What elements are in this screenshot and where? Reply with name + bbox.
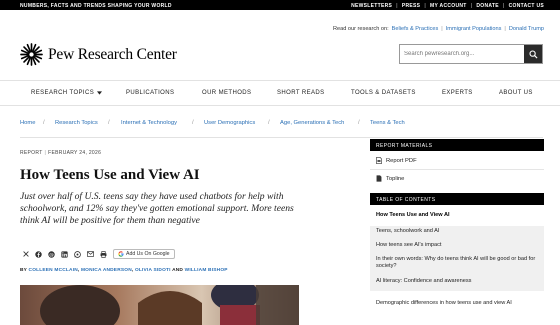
breadcrumb-user-demographics[interactable]: User Demographics [204,120,255,126]
report-materials-header: REPORT MATERIALS [370,139,544,151]
breadcrumb-internet-tech[interactable]: Internet & Technology [121,120,177,126]
research-on-label: Read our research on: [332,26,389,32]
divider [370,169,544,170]
breadcrumb-home[interactable]: Home [20,120,35,126]
pdf-icon [376,157,382,164]
email-icon[interactable] [85,249,96,259]
author-link[interactable]: MONICA ANDERSON [81,268,132,273]
caret-down-icon [97,91,103,95]
divider: | [44,150,47,156]
nav-label: TOOLS & DATASETS [351,90,416,96]
pew-logo-icon [20,43,43,66]
search-button[interactable] [524,45,542,63]
author-link[interactable]: WILLIAM BISHOP [185,268,228,273]
whatsapp-icon[interactable] [72,249,83,259]
donate-link[interactable]: DONATE [476,3,499,9]
search-input[interactable] [400,45,524,63]
svg-text:@: @ [49,252,54,258]
divider: | [504,26,506,32]
nav-research-topics[interactable]: RESEARCH TOPICS [31,90,103,96]
newsletters-link[interactable]: NEWSLETTERS [351,3,392,9]
toc-item-impact[interactable]: How teens see AI's impact [376,242,536,249]
add-us-label: Add Us On Google [126,251,170,257]
share-bar: @ Add Us On Google [20,249,175,259]
search-icon [528,49,538,59]
nav-short-reads[interactable]: SHORT READS [277,90,325,96]
nav-our-methods[interactable]: OUR METHODS [202,90,251,96]
press-link[interactable]: PRESS [402,3,420,9]
divider: | [396,2,398,9]
nav-tools-datasets[interactable]: TOOLS & DATASETS [351,90,416,96]
breadcrumb-separator: / [192,119,194,126]
toc-item-demographics[interactable]: Demographic differences in how teens use… [376,300,536,307]
x-icon[interactable] [20,249,31,259]
breadcrumb-separator: / [268,119,270,126]
nav-label: PUBLICATIONS [126,90,175,96]
author-link[interactable]: OLIVIA SIDOTI [135,268,171,273]
byline: BY COLLEEN MCCLAIN, MONICA ANDERSON, OLI… [20,268,228,273]
breadcrumb-separator: / [108,119,110,126]
linkedin-icon[interactable] [59,249,70,259]
article-type: REPORT [20,150,43,156]
toc-item-overview[interactable]: How Teens Use and View AI [376,212,536,219]
my-account-link[interactable]: MY ACCOUNT [430,3,467,9]
article-date: FEBRUARY 24, 2026 [48,150,102,156]
threads-icon[interactable]: @ [46,249,57,259]
report-pdf-link[interactable]: Report PDF [370,157,544,164]
site-logo[interactable]: Pew Research Center [20,43,177,66]
research-topics-line: Read our research on: Beliefs & Practice… [333,26,544,32]
nav-about-us[interactable]: ABOUT US [499,90,533,96]
search-box [399,44,543,64]
logo-wordmark: Pew Research Center [48,45,177,63]
toc-item-own-words[interactable]: In their own words: Why do teens think A… [376,256,536,270]
breadcrumb-separator: / [358,119,360,126]
top-bar: NUMBERS, FACTS AND TRENDS SHAPING YOUR W… [0,0,560,10]
breadcrumb-teens-tech[interactable]: Teens & Tech [370,120,405,126]
nav-label: EXPERTS [442,90,473,96]
divider: | [441,26,443,32]
report-pdf-label: Report PDF [386,157,417,164]
divider: | [424,2,427,9]
google-icon [118,251,124,257]
nav-label: ABOUT US [499,90,533,96]
nav-publications[interactable]: PUBLICATIONS [126,90,174,96]
nav-label: SHORT READS [277,90,325,96]
tagline: NUMBERS, FACTS AND TRENDS SHAPING YOUR W… [20,2,172,9]
divider: | [470,2,473,9]
utility-links: NEWSLETTERS | PRESS | MY ACCOUNT | DONAT… [351,3,544,9]
nav-label: OUR METHODS [202,90,252,96]
toc-header: TABLE OF CONTENTS [370,193,544,205]
breadcrumb-research-topics[interactable]: Research Topics [55,120,98,126]
byline-and: AND [172,268,184,273]
divider: | [502,2,505,9]
main-nav: RESEARCH TOPICS PUBLICATIONS OUR METHODS… [0,80,560,106]
topic-link-trump[interactable]: Donald Trump [509,26,544,32]
nav-experts[interactable]: EXPERTS [442,90,473,96]
byline-prefix: BY [20,268,27,273]
print-icon[interactable] [98,249,109,259]
page-title: How Teens Use and View AI [20,167,200,183]
hero-image [20,285,299,325]
article-dek: Just over half of U.S. teens say they ha… [20,191,294,226]
toc-item-schoolwork[interactable]: Teens, schoolwork and AI [376,228,536,235]
divider [20,137,543,138]
topline-label: Topline [386,175,405,182]
breadcrumb-age-generations[interactable]: Age, Generations & Tech [280,120,344,126]
add-us-on-google-button[interactable]: Add Us On Google [113,249,175,259]
nav-label: RESEARCH TOPICS [31,90,95,96]
topic-link-beliefs[interactable]: Beliefs & Practices [392,26,439,32]
author-link[interactable]: COLLEEN MCCLAIN [29,268,78,273]
contact-us-link[interactable]: CONTACT US [509,3,544,9]
topic-link-immigrant[interactable]: Immigrant Populations [446,26,502,32]
document-icon [376,175,382,182]
topline-link[interactable]: Topline [370,175,544,182]
facebook-icon[interactable] [33,249,44,259]
breadcrumb-separator: / [43,119,45,126]
article-meta: REPORT | FEBRUARY 24, 2026 [20,150,101,156]
toc-item-literacy[interactable]: AI literacy: Confidence and awareness [376,278,536,285]
